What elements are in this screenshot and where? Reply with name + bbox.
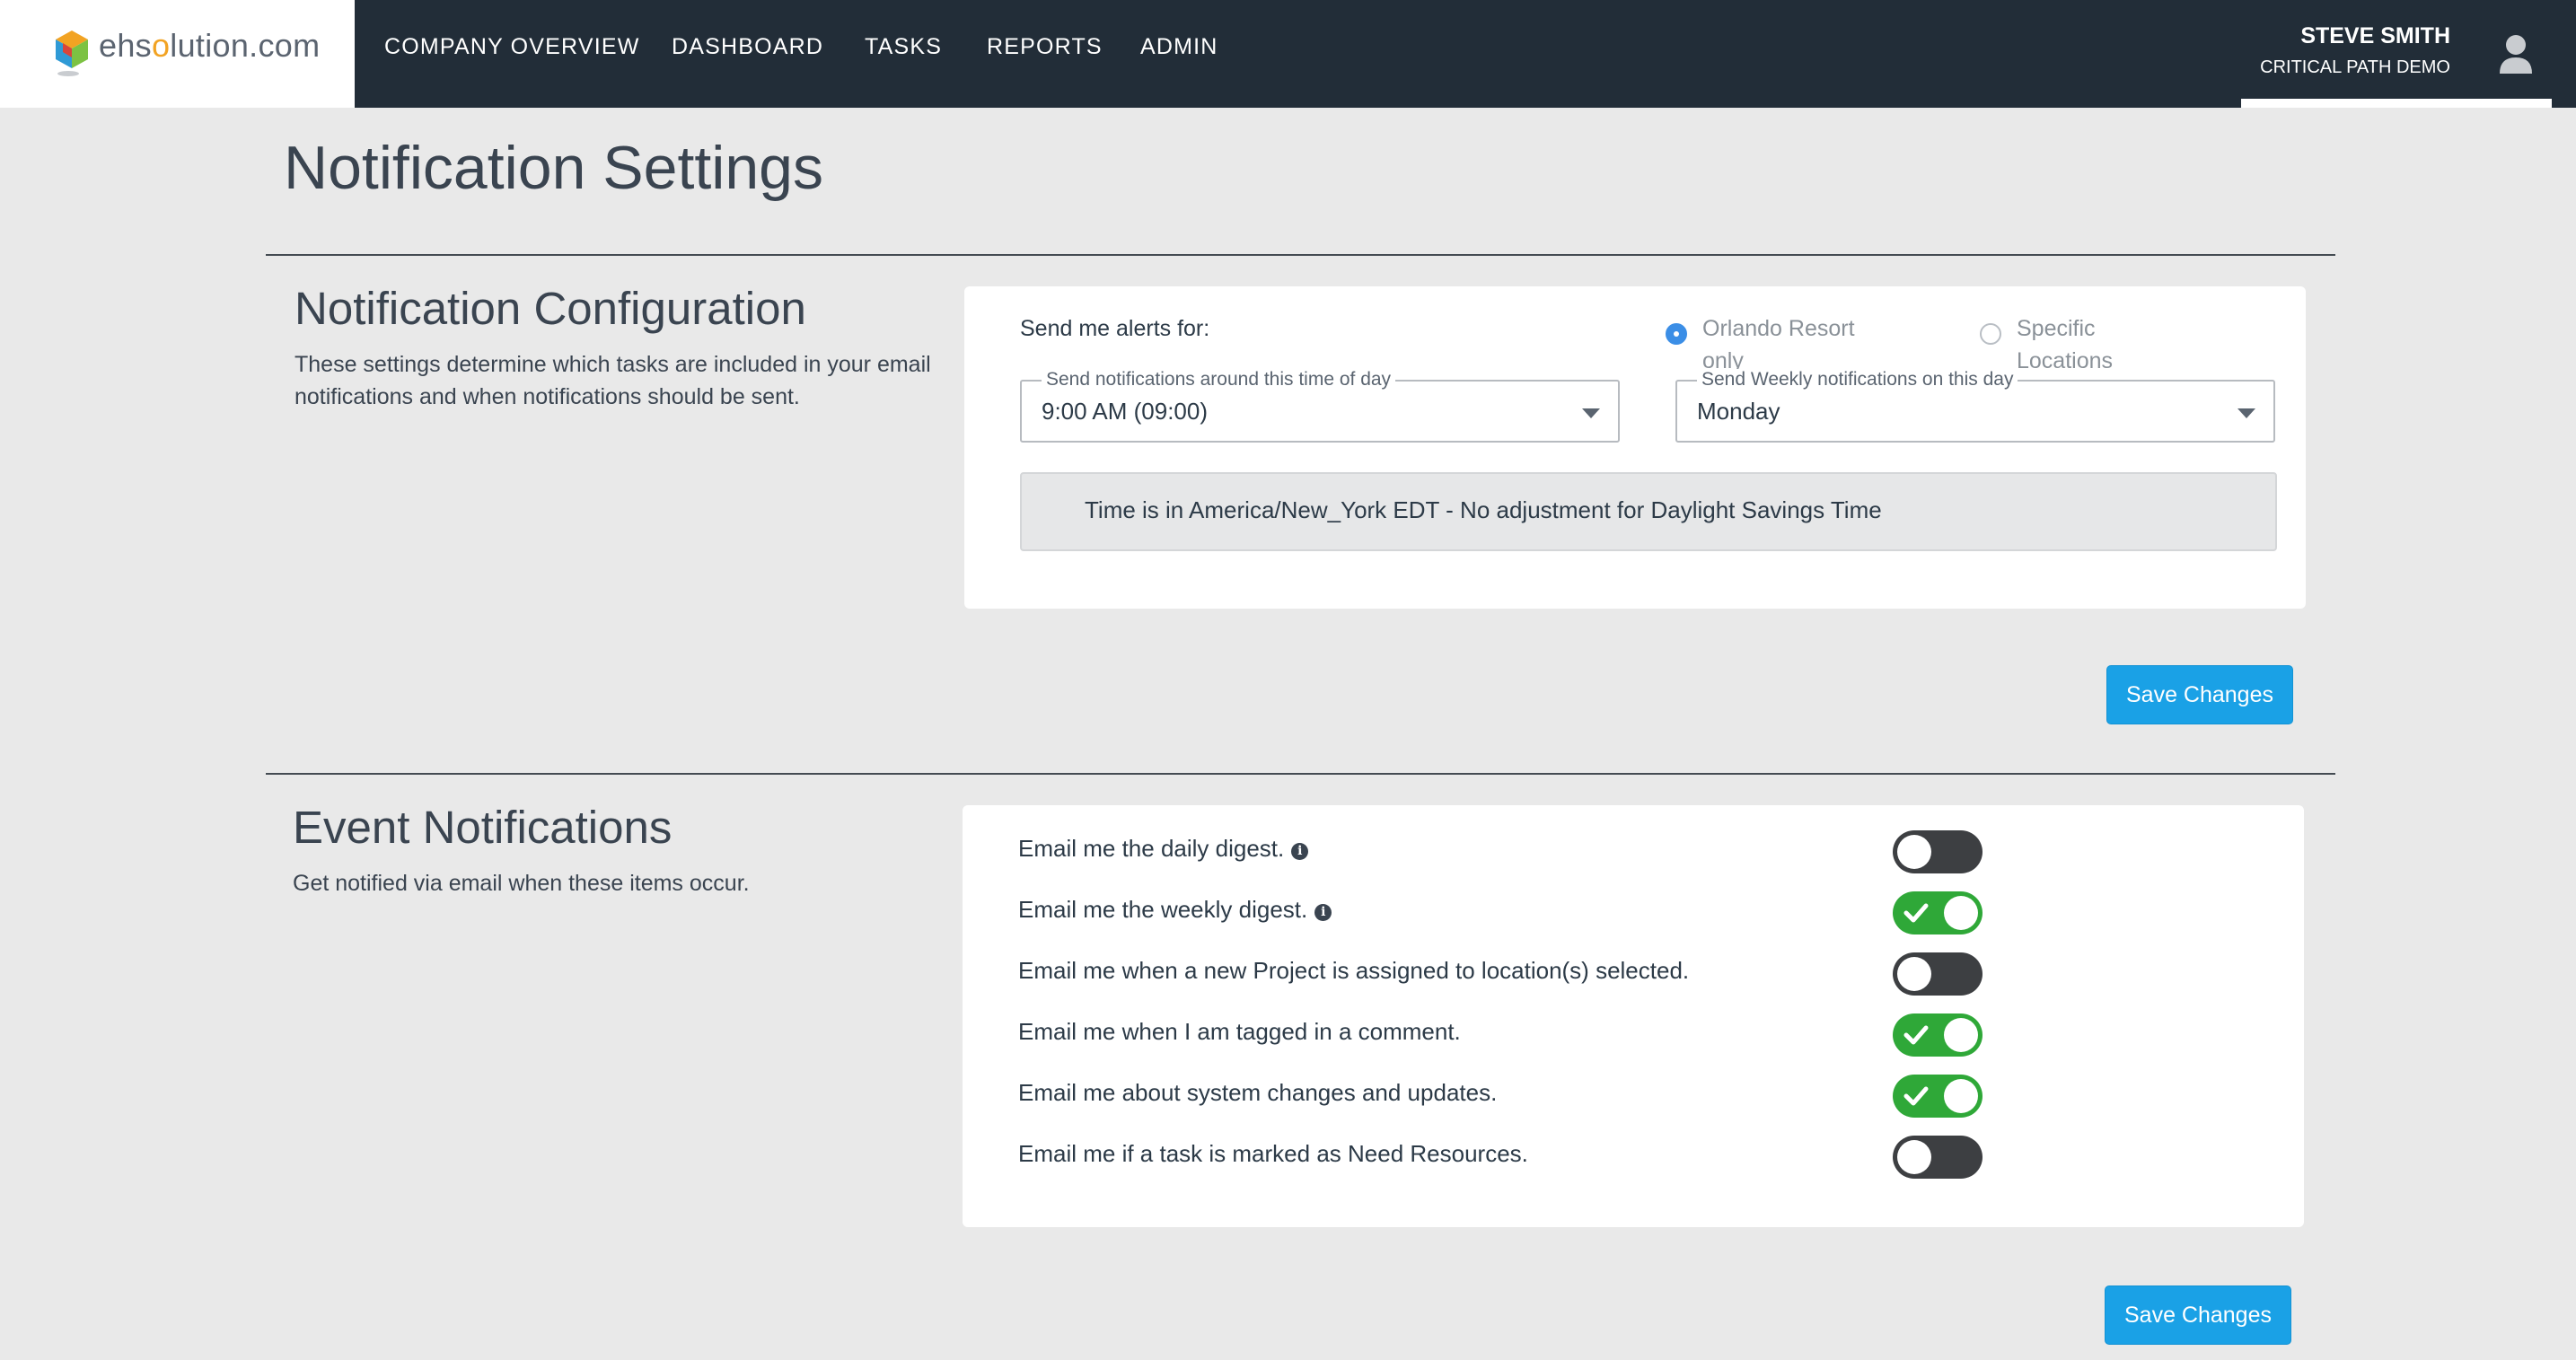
nav-dashboard[interactable]: DASHBOARD [672, 34, 823, 60]
info-icon[interactable]: i [1314, 904, 1332, 921]
event-row-label: Email me the weekly digest. i [1018, 896, 1332, 924]
top-nav-bar: ehsolution.com COMPANY OVERVIEW DASHBOAR… [0, 0, 2576, 108]
user-name[interactable]: STEVE SMITH [2300, 23, 2450, 49]
event-row-label: Email me the daily digest. i [1018, 835, 1309, 863]
event-toggle-switch[interactable] [1893, 1075, 1983, 1118]
event-row-label: Email me about system changes and update… [1018, 1079, 1497, 1107]
chevron-down-icon [1582, 408, 1600, 418]
chevron-down-icon [2238, 408, 2255, 418]
user-menu-active-indicator [2241, 99, 2552, 108]
divider [266, 254, 2335, 256]
toggle-knob [1897, 835, 1931, 869]
check-icon [1903, 903, 1929, 923]
weekly-day-legend: Send Weekly notifications on this day [1697, 369, 2018, 390]
event-toggle-switch[interactable] [1893, 891, 1983, 934]
toggle-knob [1944, 1079, 1978, 1113]
toggle-knob [1944, 1018, 1978, 1052]
radio-label-orlando-resort[interactable]: Orlando Resort only [1702, 312, 1855, 377]
check-icon [1903, 1086, 1929, 1106]
event-toggle-switch[interactable] [1893, 1136, 1983, 1179]
toggle-knob [1944, 896, 1978, 930]
event-row-label: Email me when a new Project is assigned … [1018, 957, 1689, 985]
event-row-label: Email me when I am tagged in a comment. [1018, 1018, 1461, 1046]
section-title-events: Event Notifications [293, 802, 673, 853]
nav-admin[interactable]: ADMIN [1140, 34, 1218, 60]
event-row-text: Email me about system changes and update… [1018, 1079, 1498, 1106]
nav-company-overview[interactable]: COMPANY OVERVIEW [384, 34, 640, 60]
time-of-day-legend: Send notifications around this time of d… [1042, 369, 1396, 390]
event-toggle-switch[interactable] [1893, 1013, 1983, 1057]
page-title: Notification Settings [284, 134, 823, 202]
event-row-text: Email me when a new Project is assigned … [1018, 957, 1690, 984]
alerts-label: Send me alerts for: [1020, 316, 1210, 341]
info-icon[interactable]: i [1291, 843, 1309, 860]
timezone-note-text: Time is in America/New_York EDT - No adj… [1085, 496, 1882, 523]
section-description-events: Get notified via email when these items … [293, 871, 750, 896]
toggle-knob [1897, 957, 1931, 991]
event-row-text: Email me the daily digest. [1018, 835, 1285, 862]
save-changes-button-configuration[interactable]: Save Changes [2106, 665, 2293, 724]
weekly-day-select[interactable]: Send Weekly notifications on this day Mo… [1675, 369, 2275, 443]
weekly-day-value: Monday [1697, 398, 1780, 425]
save-changes-button-events[interactable]: Save Changes [2105, 1285, 2291, 1345]
check-icon [1903, 1025, 1929, 1045]
logo[interactable]: ehsolution.com [0, 0, 355, 108]
timezone-note: Time is in America/New_York EDT - No adj… [1020, 472, 2277, 551]
nav-reports[interactable]: REPORTS [987, 34, 1103, 60]
event-row-text: Email me the weekly digest. [1018, 896, 1308, 923]
event-toggle-switch[interactable] [1893, 952, 1983, 996]
event-row-label: Email me if a task is marked as Need Res… [1018, 1140, 1528, 1168]
logo-cube-icon [56, 31, 88, 76]
event-row-text: Email me when I am tagged in a comment. [1018, 1018, 1461, 1045]
user-icon[interactable] [2499, 34, 2533, 74]
toggle-knob [1897, 1140, 1931, 1174]
time-of-day-select[interactable]: Send notifications around this time of d… [1020, 369, 1620, 443]
radio-specific-locations[interactable] [1980, 323, 2001, 345]
nav-tasks[interactable]: TASKS [865, 34, 942, 60]
radio-label-specific-locations[interactable]: Specific Locations [2017, 312, 2113, 377]
logo-text: ehsolution.com [99, 27, 321, 64]
section-title-configuration: Notification Configuration [295, 283, 806, 334]
divider [266, 773, 2335, 775]
event-toggle-switch[interactable] [1893, 830, 1983, 873]
event-row-text: Email me if a task is marked as Need Res… [1018, 1140, 1528, 1167]
user-organization[interactable]: CRITICAL PATH DEMO [2260, 57, 2450, 78]
radio-orlando-resort[interactable] [1666, 323, 1687, 345]
section-description-configuration: These settings determine which tasks are… [295, 352, 931, 409]
time-of-day-value: 9:00 AM (09:00) [1042, 398, 1208, 425]
